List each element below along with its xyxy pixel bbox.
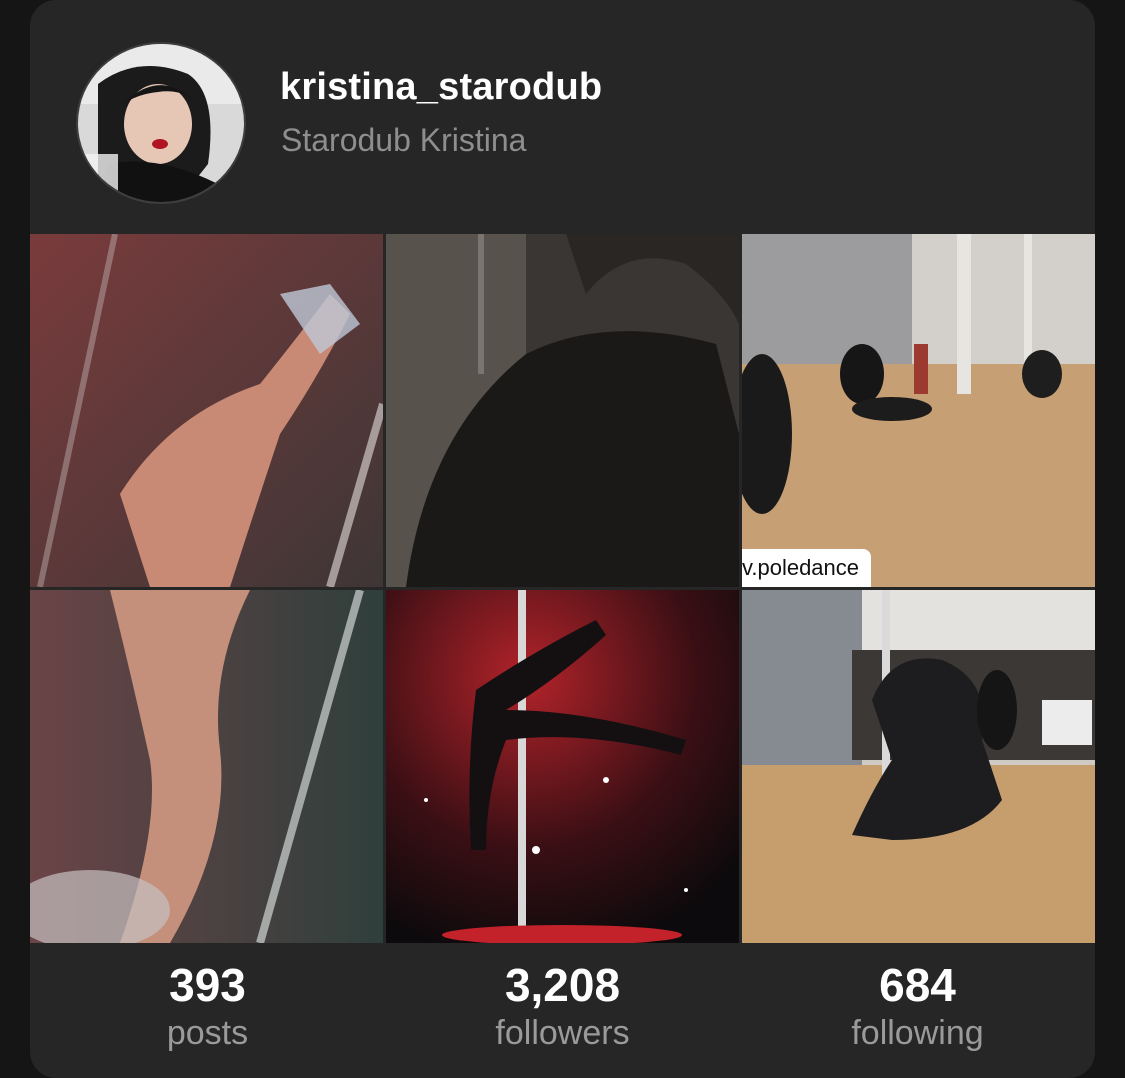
profile-card: kristina_starodub Starodub Kristina v.po… <box>30 0 1095 1078</box>
post-thumbnail[interactable] <box>742 590 1095 943</box>
avatar-image <box>78 44 244 202</box>
stat-followers[interactable]: 3,208 followers <box>385 957 740 1053</box>
post-thumbnail[interactable]: v.poledance <box>742 234 1095 587</box>
post-image <box>386 234 739 587</box>
stat-followers-label: followers <box>495 1014 630 1052</box>
post-thumbnail[interactable] <box>30 590 383 943</box>
post-thumbnail[interactable] <box>386 590 739 943</box>
post-image <box>30 234 383 587</box>
post-image <box>386 590 739 943</box>
stat-followers-value: 3,208 <box>504 959 621 1011</box>
post-thumbnail[interactable] <box>30 234 383 587</box>
profile-full-name: Starodub Kristina <box>281 122 527 158</box>
profile-stats: 393 posts 3,208 followers 684 following <box>30 943 1095 1078</box>
stat-posts[interactable]: 393 posts <box>30 957 385 1053</box>
posts-grid: v.poledance <box>30 234 1095 943</box>
stat-following-value: 684 <box>879 959 956 1011</box>
post-image <box>742 234 1095 587</box>
profile-username[interactable]: kristina_starodub <box>280 66 602 109</box>
profile-avatar[interactable] <box>76 42 246 204</box>
stat-following[interactable]: 684 following <box>740 957 1095 1053</box>
post-image <box>742 590 1095 943</box>
stat-following-label: following <box>851 1014 984 1052</box>
stat-posts-label: posts <box>166 1014 249 1052</box>
post-image <box>30 590 383 943</box>
video-caption-badge: v.poledance <box>742 549 872 587</box>
stat-posts-value: 393 <box>169 959 246 1011</box>
post-thumbnail[interactable] <box>386 234 739 587</box>
